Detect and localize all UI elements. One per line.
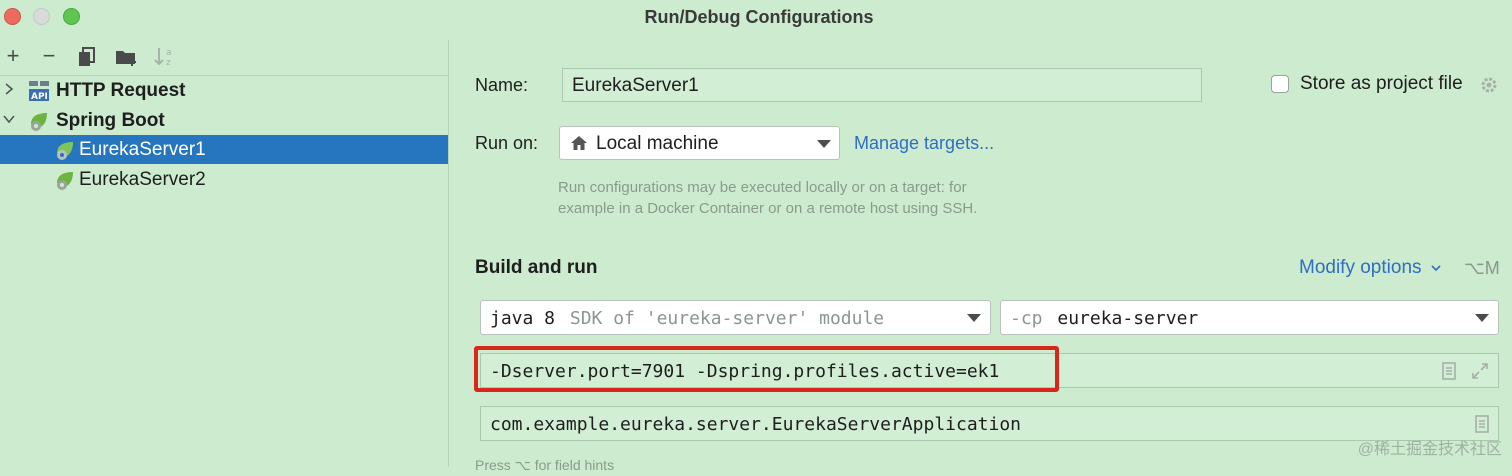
modify-options-shortcut: ⌥M xyxy=(1464,258,1500,278)
jdk-name: java 8 xyxy=(490,308,556,329)
classpath-module-select[interactable]: -cp eureka-server xyxy=(1000,300,1499,335)
modify-options-link[interactable]: Modify options xyxy=(1299,257,1442,279)
title-bar: Run/Debug Configurations xyxy=(0,0,1512,34)
tree-item-label: Spring Boot xyxy=(56,110,165,131)
remove-icon[interactable]: − xyxy=(36,42,62,72)
gear-icon[interactable] xyxy=(1480,76,1498,94)
config-toolbar: + − a z xyxy=(0,42,448,72)
modify-options-label: Modify options xyxy=(1299,257,1422,278)
sort-icon[interactable]: a z xyxy=(152,42,178,72)
name-field[interactable]: EurekaServer1 xyxy=(562,68,1202,102)
svg-text:z: z xyxy=(166,58,171,68)
chevron-right-icon[interactable] xyxy=(3,81,15,97)
jdk-select[interactable]: java 8 SDK of 'eureka-server' module xyxy=(480,300,991,335)
run-on-value: Local machine xyxy=(596,133,719,154)
window-title: Run/Debug Configurations xyxy=(644,7,874,27)
chevron-down-icon xyxy=(1475,314,1489,322)
run-on-select[interactable]: Local machine xyxy=(559,126,840,160)
document-icon[interactable] xyxy=(1473,415,1491,433)
classpath-prefix: -cp xyxy=(1010,308,1043,329)
store-as-project-file-label: Store as project file xyxy=(1300,73,1463,94)
tree-item-label: EurekaServer2 xyxy=(79,169,206,190)
chevron-down-icon xyxy=(967,314,981,322)
home-icon xyxy=(571,136,587,150)
run-on-hint-line1: Run configurations may be executed local… xyxy=(558,179,967,196)
manage-targets-link[interactable]: Manage targets... xyxy=(854,133,994,154)
panel-splitter[interactable] xyxy=(448,40,449,467)
api-icon: API xyxy=(29,81,49,102)
spring-boot-icon xyxy=(31,113,47,131)
add-icon[interactable]: + xyxy=(0,42,26,72)
main-class-field[interactable]: com.example.eureka.server.EurekaServerAp… xyxy=(480,406,1499,441)
spring-boot-config-icon xyxy=(57,172,73,190)
tree-item-http-request[interactable]: API HTTP Request xyxy=(0,76,448,105)
spring-boot-config-icon xyxy=(57,142,73,160)
tree-item-label: HTTP Request xyxy=(56,80,186,101)
document-icon[interactable] xyxy=(1440,362,1458,380)
copy-icon[interactable] xyxy=(74,42,100,72)
field-hints-text: Press ⌥ for field hints xyxy=(475,457,615,473)
expand-icon[interactable] xyxy=(1471,362,1489,380)
highlight-box xyxy=(474,346,1059,392)
chevron-down-icon[interactable] xyxy=(3,111,15,127)
tree-item-label: EurekaServer1 xyxy=(79,139,206,160)
tree-item-eurekaserver2[interactable]: EurekaServer2 xyxy=(0,165,448,194)
store-as-project-file-checkbox[interactable] xyxy=(1271,75,1289,93)
classpath-value: eureka-server xyxy=(1057,308,1199,329)
tree-item-spring-boot[interactable]: Spring Boot xyxy=(0,106,448,135)
svg-text:API: API xyxy=(31,92,48,102)
watermark: @稀土掘金技术社区 xyxy=(1357,441,1502,458)
main-class-value: com.example.eureka.server.EurekaServerAp… xyxy=(490,414,1022,435)
run-on-label: Run on: xyxy=(475,133,539,153)
name-label: Name: xyxy=(475,75,529,95)
chevron-down-icon xyxy=(1431,265,1441,272)
tree-item-eurekaserver1[interactable]: EurekaServer1 xyxy=(0,135,448,164)
svg-text:a: a xyxy=(166,48,172,58)
name-field-value: EurekaServer1 xyxy=(572,75,699,96)
chevron-down-icon xyxy=(817,140,831,148)
new-folder-icon[interactable] xyxy=(113,42,139,72)
run-on-hint-line2: example in a Docker Container or on a re… xyxy=(558,200,978,217)
jdk-description: SDK of 'eureka-server' module xyxy=(569,308,885,329)
build-and-run-heading: Build and run xyxy=(475,257,598,278)
